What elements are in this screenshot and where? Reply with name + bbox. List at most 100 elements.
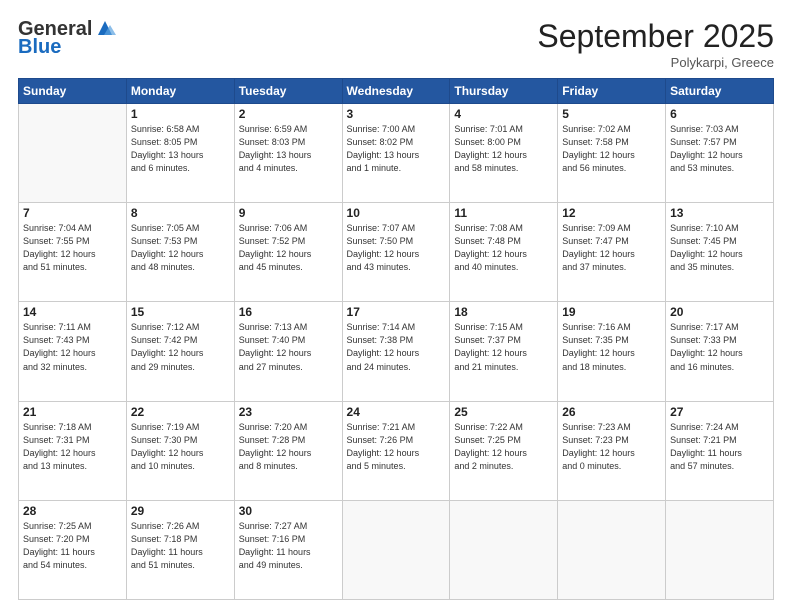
day-info: Sunrise: 7:21 AM Sunset: 7:26 PM Dayligh… [347, 421, 446, 473]
day-number: 17 [347, 305, 446, 319]
calendar-day-cell: 17 Sunrise: 7:14 AM Sunset: 7:38 PM Dayli… [342, 302, 450, 401]
calendar-day-cell: 8 Sunrise: 7:05 AM Sunset: 7:53 PM Daylig… [126, 203, 234, 302]
day-info: Sunrise: 7:17 AM Sunset: 7:33 PM Dayligh… [670, 321, 769, 373]
day-number: 15 [131, 305, 230, 319]
day-number: 5 [562, 107, 661, 121]
calendar-day-cell: 15 Sunrise: 7:12 AM Sunset: 7:42 PM Dayli… [126, 302, 234, 401]
calendar-day-cell: 23Sunrise: 7:20 AM Sunset: 7:28 PM Dayli… [234, 401, 342, 500]
calendar-empty-cell [558, 500, 666, 599]
day-info: Sunrise: 7:19 AM Sunset: 7:30 PM Dayligh… [131, 421, 230, 473]
day-info: Sunrise: 6:58 AM Sunset: 8:05 PM Dayligh… [131, 123, 230, 175]
day-number: 23 [239, 405, 338, 419]
calendar-day-cell: 30 Sunrise: 7:27 AM Sunset: 7:16 PM Dayli… [234, 500, 342, 599]
calendar-day-cell: 27 Sunrise: 7:24 AM Sunset: 7:21 PM Dayli… [666, 401, 774, 500]
day-info: Sunrise: 7:00 AM Sunset: 8:02 PM Dayligh… [347, 123, 446, 175]
header: General Blue September 2025 Polykarpi, G… [18, 18, 774, 70]
day-info: Sunrise: 7:18 AM Sunset: 7:31 PM Dayligh… [23, 421, 122, 473]
day-number: 22 [131, 405, 230, 419]
calendar-week-row: 28Sunrise: 7:25 AM Sunset: 7:20 PM Dayli… [19, 500, 774, 599]
page: General Blue September 2025 Polykarpi, G… [0, 0, 792, 612]
day-number: 28 [23, 504, 122, 518]
day-number: 8 [131, 206, 230, 220]
day-number: 29 [131, 504, 230, 518]
calendar-day-header: Tuesday [234, 79, 342, 104]
day-info: Sunrise: 7:05 AM Sunset: 7:53 PM Dayligh… [131, 222, 230, 274]
day-info: Sunrise: 7:07 AM Sunset: 7:50 PM Dayligh… [347, 222, 446, 274]
day-number: 11 [454, 206, 553, 220]
day-info: Sunrise: 7:10 AM Sunset: 7:45 PM Dayligh… [670, 222, 769, 274]
month-title: September 2025 [537, 18, 774, 55]
calendar-day-header: Friday [558, 79, 666, 104]
calendar-empty-cell [666, 500, 774, 599]
day-number: 6 [670, 107, 769, 121]
logo-text: General Blue [18, 18, 116, 58]
calendar-day-cell: 19Sunrise: 7:16 AM Sunset: 7:35 PM Dayli… [558, 302, 666, 401]
day-number: 12 [562, 206, 661, 220]
day-info: Sunrise: 7:22 AM Sunset: 7:25 PM Dayligh… [454, 421, 553, 473]
calendar-day-cell: 4 Sunrise: 7:01 AM Sunset: 8:00 PM Daylig… [450, 104, 558, 203]
day-info: Sunrise: 7:13 AM Sunset: 7:40 PM Dayligh… [239, 321, 338, 373]
day-info: Sunrise: 6:59 AM Sunset: 8:03 PM Dayligh… [239, 123, 338, 175]
logo: General Blue [18, 18, 116, 58]
day-number: 10 [347, 206, 446, 220]
day-info: Sunrise: 7:16 AM Sunset: 7:35 PM Dayligh… [562, 321, 661, 373]
calendar-day-cell: 2 Sunrise: 6:59 AM Sunset: 8:03 PM Daylig… [234, 104, 342, 203]
calendar-day-cell: 25 Sunrise: 7:22 AM Sunset: 7:25 PM Dayli… [450, 401, 558, 500]
day-number: 26 [562, 405, 661, 419]
day-info: Sunrise: 7:26 AM Sunset: 7:18 PM Dayligh… [131, 520, 230, 572]
calendar-empty-cell [342, 500, 450, 599]
calendar-empty-cell [450, 500, 558, 599]
day-number: 30 [239, 504, 338, 518]
calendar-day-cell: 10 Sunrise: 7:07 AM Sunset: 7:50 PM Dayli… [342, 203, 450, 302]
calendar-day-cell: 5Sunrise: 7:02 AM Sunset: 7:58 PM Daylig… [558, 104, 666, 203]
calendar-day-cell: 24Sunrise: 7:21 AM Sunset: 7:26 PM Dayli… [342, 401, 450, 500]
day-info: Sunrise: 7:12 AM Sunset: 7:42 PM Dayligh… [131, 321, 230, 373]
day-number: 3 [347, 107, 446, 121]
day-info: Sunrise: 7:06 AM Sunset: 7:52 PM Dayligh… [239, 222, 338, 274]
calendar-day-header: Sunday [19, 79, 127, 104]
day-number: 4 [454, 107, 553, 121]
title-block: September 2025 Polykarpi, Greece [537, 18, 774, 70]
calendar-day-cell: 7Sunrise: 7:04 AM Sunset: 7:55 PM Daylig… [19, 203, 127, 302]
day-number: 14 [23, 305, 122, 319]
calendar-day-cell: 6Sunrise: 7:03 AM Sunset: 7:57 PM Daylig… [666, 104, 774, 203]
day-info: Sunrise: 7:14 AM Sunset: 7:38 PM Dayligh… [347, 321, 446, 373]
calendar-day-cell: 29 Sunrise: 7:26 AM Sunset: 7:18 PM Dayli… [126, 500, 234, 599]
calendar-day-cell: 20 Sunrise: 7:17 AM Sunset: 7:33 PM Dayli… [666, 302, 774, 401]
day-number: 2 [239, 107, 338, 121]
calendar-day-cell: 18 Sunrise: 7:15 AM Sunset: 7:37 PM Dayli… [450, 302, 558, 401]
day-info: Sunrise: 7:15 AM Sunset: 7:37 PM Dayligh… [454, 321, 553, 373]
day-number: 18 [454, 305, 553, 319]
day-info: Sunrise: 7:23 AM Sunset: 7:23 PM Dayligh… [562, 421, 661, 473]
calendar-week-row: 1 Sunrise: 6:58 AM Sunset: 8:05 PM Daylig… [19, 104, 774, 203]
day-number: 20 [670, 305, 769, 319]
day-info: Sunrise: 7:01 AM Sunset: 8:00 PM Dayligh… [454, 123, 553, 175]
day-number: 21 [23, 405, 122, 419]
calendar-week-row: 14 Sunrise: 7:11 AM Sunset: 7:43 PM Dayli… [19, 302, 774, 401]
day-number: 13 [670, 206, 769, 220]
day-info: Sunrise: 7:27 AM Sunset: 7:16 PM Dayligh… [239, 520, 338, 572]
calendar-day-cell: 3 Sunrise: 7:00 AM Sunset: 8:02 PM Daylig… [342, 104, 450, 203]
day-info: Sunrise: 7:11 AM Sunset: 7:43 PM Dayligh… [23, 321, 122, 373]
calendar-week-row: 7Sunrise: 7:04 AM Sunset: 7:55 PM Daylig… [19, 203, 774, 302]
day-number: 27 [670, 405, 769, 419]
calendar-day-cell: 1 Sunrise: 6:58 AM Sunset: 8:05 PM Daylig… [126, 104, 234, 203]
calendar-day-cell: 13 Sunrise: 7:10 AM Sunset: 7:45 PM Dayli… [666, 203, 774, 302]
calendar-day-cell: 28Sunrise: 7:25 AM Sunset: 7:20 PM Dayli… [19, 500, 127, 599]
calendar-week-row: 21 Sunrise: 7:18 AM Sunset: 7:31 PM Dayli… [19, 401, 774, 500]
subtitle: Polykarpi, Greece [537, 55, 774, 70]
calendar-day-cell: 11 Sunrise: 7:08 AM Sunset: 7:48 PM Dayli… [450, 203, 558, 302]
calendar-day-header: Wednesday [342, 79, 450, 104]
calendar-day-header: Monday [126, 79, 234, 104]
day-number: 25 [454, 405, 553, 419]
day-number: 1 [131, 107, 230, 121]
calendar-day-cell: 12 Sunrise: 7:09 AM Sunset: 7:47 PM Dayli… [558, 203, 666, 302]
calendar-day-cell: 22 Sunrise: 7:19 AM Sunset: 7:30 PM Dayli… [126, 401, 234, 500]
day-info: Sunrise: 7:08 AM Sunset: 7:48 PM Dayligh… [454, 222, 553, 274]
calendar-day-header: Saturday [666, 79, 774, 104]
calendar-day-cell: 26 Sunrise: 7:23 AM Sunset: 7:23 PM Dayli… [558, 401, 666, 500]
day-info: Sunrise: 7:24 AM Sunset: 7:21 PM Dayligh… [670, 421, 769, 473]
day-number: 16 [239, 305, 338, 319]
day-number: 7 [23, 206, 122, 220]
day-info: Sunrise: 7:09 AM Sunset: 7:47 PM Dayligh… [562, 222, 661, 274]
